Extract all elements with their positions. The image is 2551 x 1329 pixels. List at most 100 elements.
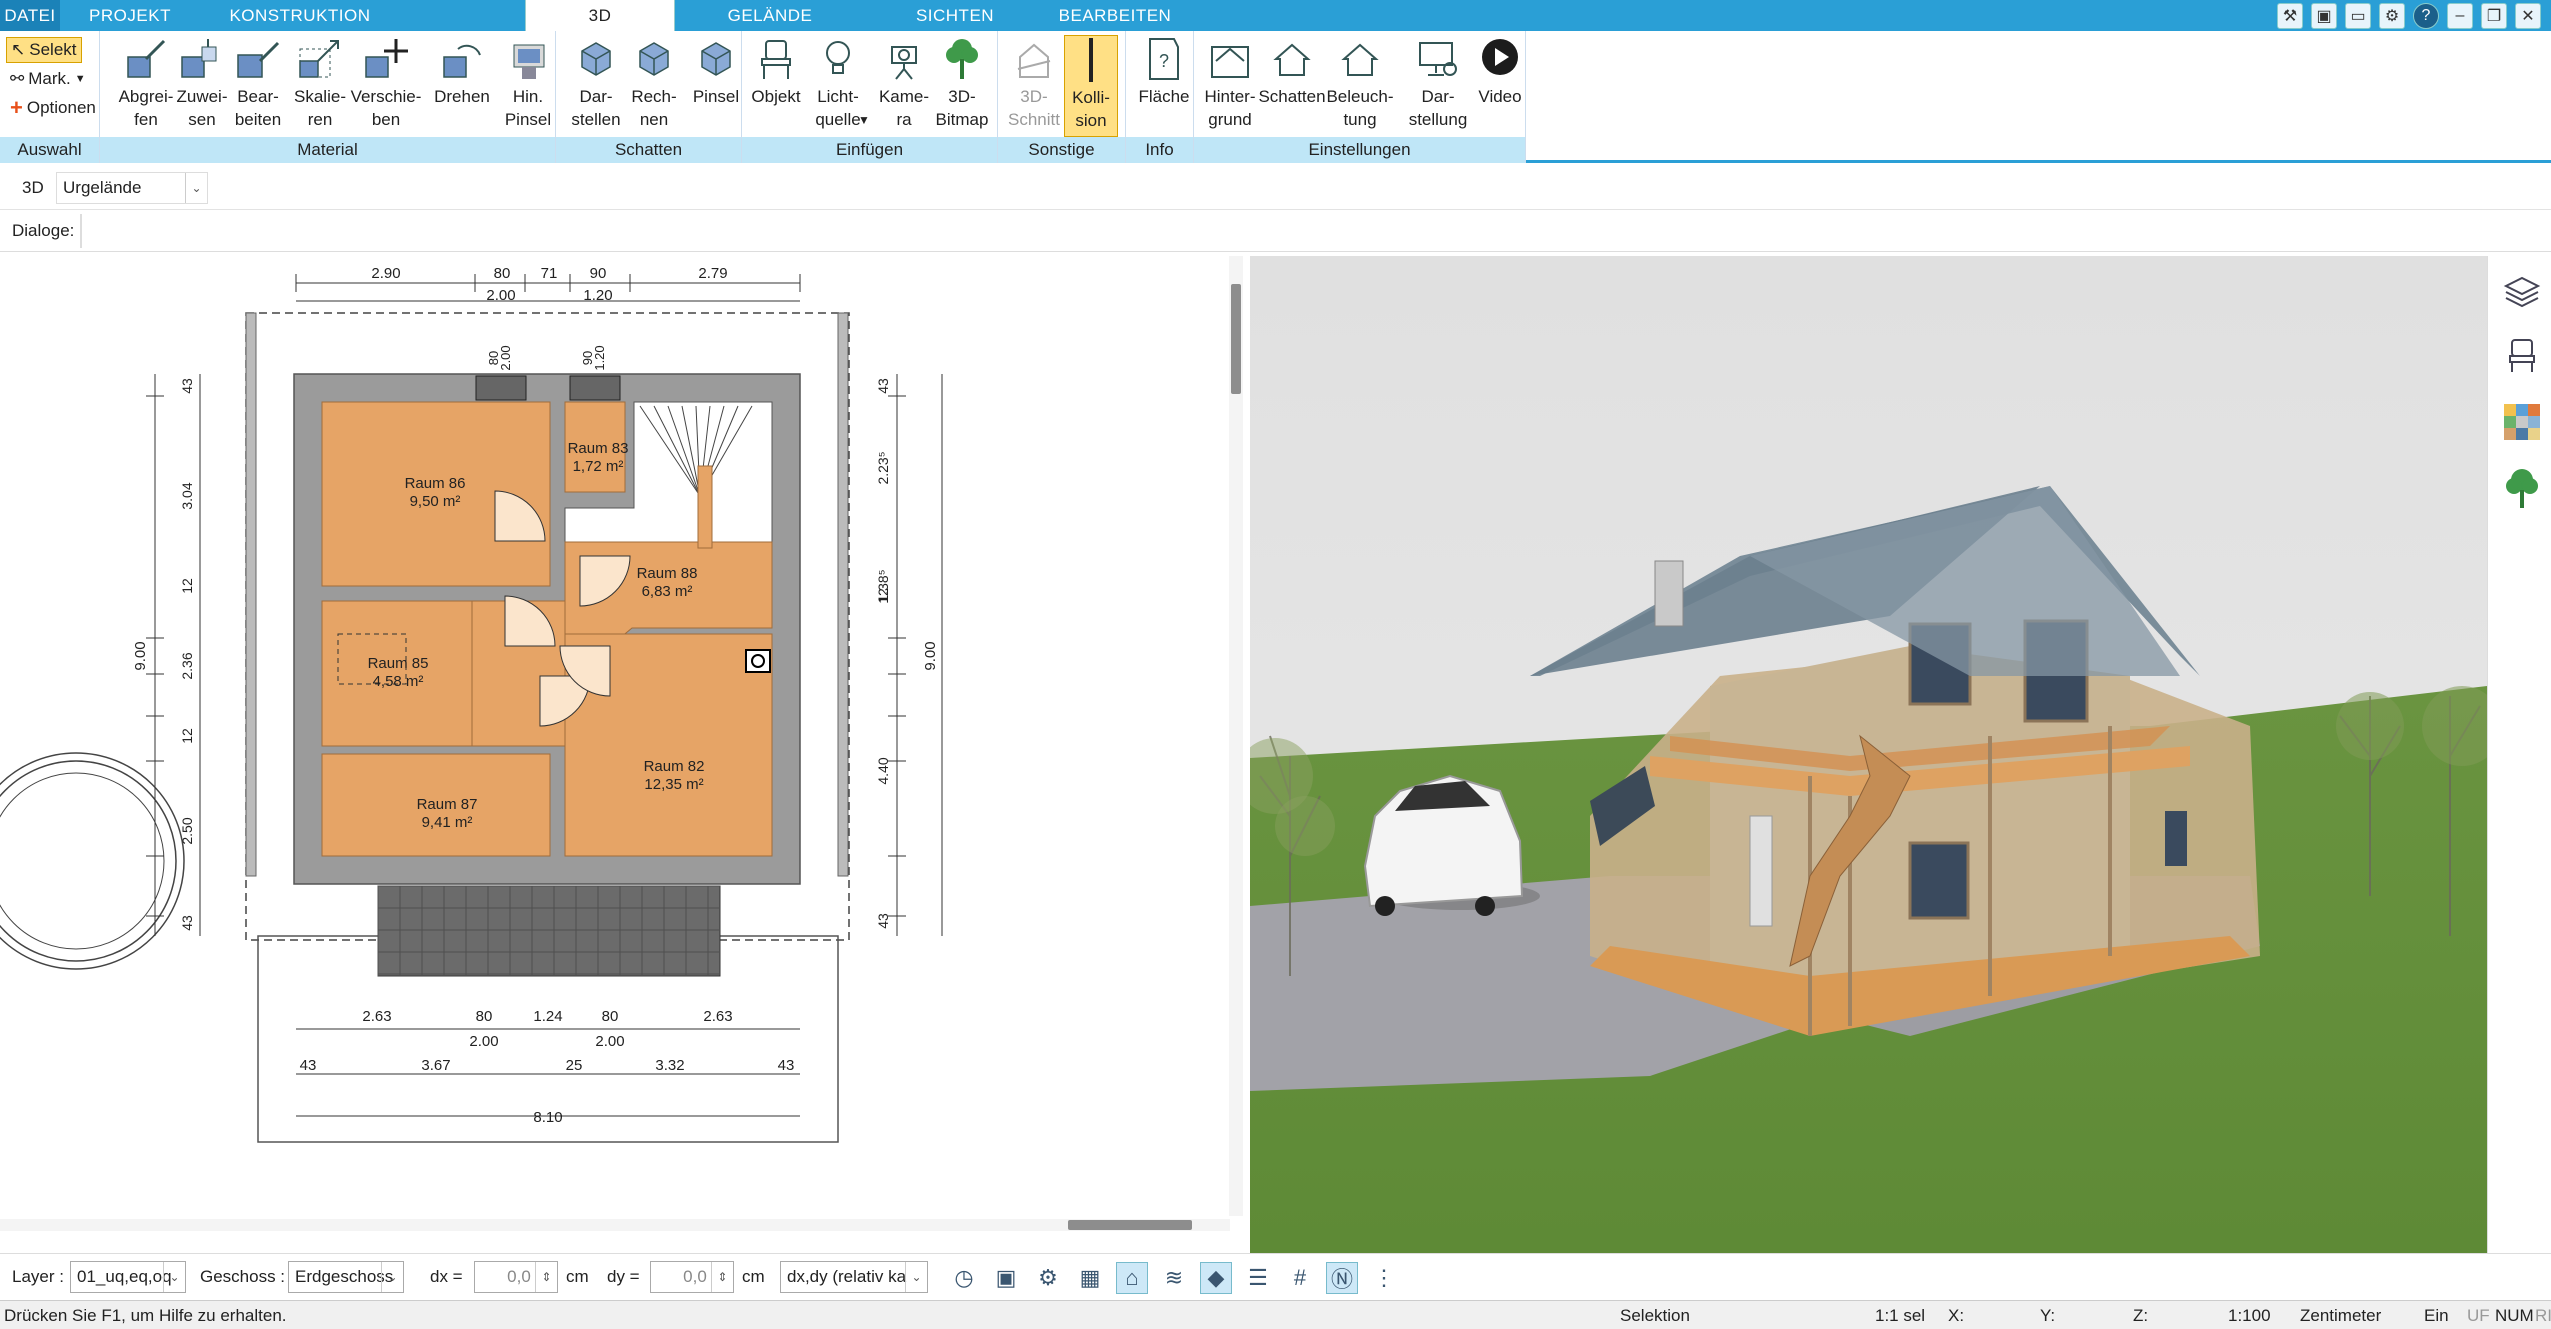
chevron-down-icon[interactable]: ▼ bbox=[858, 113, 870, 127]
bitmap-button[interactable]: 3D- Bitmap bbox=[932, 35, 992, 137]
bearbeiten-label-1: Bear- bbox=[237, 87, 279, 106]
status-ri: RI bbox=[2535, 1306, 2551, 1325]
dim-bottom1-3: 1.24 bbox=[533, 1008, 562, 1025]
window-label: 1.20 bbox=[592, 345, 607, 370]
roof-icon[interactable]: ⌂ bbox=[1116, 1262, 1148, 1294]
abgreifen-button[interactable]: Abgrei-fen bbox=[116, 35, 176, 137]
hintergrund-button[interactable]: Hinter-grund bbox=[1200, 35, 1260, 137]
relative-mode-select[interactable]: dx,dy (relativ ka ⌄ bbox=[780, 1261, 928, 1293]
tab-bearbeiten[interactable]: BEARBEITEN bbox=[1040, 0, 1190, 31]
kamera-button[interactable]: Kame-ra bbox=[874, 35, 934, 137]
flaeche-icon: ? bbox=[1149, 38, 1179, 80]
kollision-label-2: sion bbox=[1075, 111, 1107, 130]
dim-bottom3-4: 3.32 bbox=[655, 1057, 684, 1074]
tab-datei[interactable]: DATEI bbox=[0, 0, 60, 31]
rechnen-button[interactable]: Rech-nen bbox=[624, 35, 684, 137]
floor-plan-view[interactable]: 2.90 80 71 90 2.79 2.00 1.20 9.00 43 3.04 12 2.36 12… bbox=[0, 256, 1247, 1253]
dy-input[interactable]: 0,0 ⇕ bbox=[650, 1261, 734, 1293]
schnitt-button[interactable]: 3D- Schnitt bbox=[1004, 35, 1064, 137]
layers-icon[interactable] bbox=[2502, 272, 2542, 312]
geschoss-select[interactable]: Erdgeschoss ⌄ bbox=[288, 1261, 404, 1293]
ribbon-tab-bar: DATEI PROJEKT KONSTRUKTION 3D GELÄNDE SI… bbox=[0, 0, 2551, 31]
dim-left-7: 43 bbox=[179, 915, 195, 931]
furniture-icon[interactable] bbox=[2502, 336, 2542, 376]
minimize-icon[interactable]: – bbox=[2447, 2, 2473, 29]
schatten-button[interactable]: Schatten bbox=[1258, 35, 1326, 137]
skalieren-button[interactable]: Skalie-ren bbox=[290, 35, 350, 137]
layer-select[interactable]: 01_uq,eq,oq ⌄ bbox=[70, 1261, 186, 1293]
settings-icon[interactable]: ⚙ bbox=[2379, 2, 2405, 29]
verschieben-label-2: ben bbox=[371, 110, 401, 129]
dim-bottom1-2: 80 bbox=[476, 1008, 493, 1025]
dim-left-4: 2.36 bbox=[179, 652, 195, 679]
horizontal-scrollbar[interactable] bbox=[0, 1219, 1230, 1231]
darstellung-button[interactable]: Dar-stellung bbox=[1408, 35, 1468, 137]
dx-input[interactable]: 0,0 ⇕ bbox=[474, 1261, 558, 1293]
wall-icon[interactable]: ≋ bbox=[1158, 1262, 1190, 1294]
skalieren-label-1: Skalie- bbox=[294, 87, 346, 106]
drehen-button[interactable]: Drehen bbox=[432, 35, 492, 137]
3d-view[interactable] bbox=[1250, 256, 2487, 1253]
status-bar: Drücken Sie F1, um Hilfe zu erhalten. Se… bbox=[0, 1300, 2551, 1329]
scrollbar-thumb[interactable] bbox=[1068, 1220, 1192, 1230]
flaeche-button[interactable]: ? Fläche bbox=[1134, 35, 1194, 137]
darstellen-button[interactable]: Dar-stellen bbox=[566, 35, 626, 137]
mark-button[interactable]: ⚯ Mark. ▼ bbox=[6, 66, 90, 92]
stack-icon[interactable]: ☰ bbox=[1242, 1262, 1274, 1294]
tree-icon[interactable] bbox=[2502, 466, 2542, 510]
dim-top-2: 80 bbox=[494, 265, 511, 282]
tab-3d[interactable]: 3D bbox=[525, 0, 675, 31]
dialog-bar: Dialoge: bbox=[0, 210, 2551, 252]
stepper-icon[interactable]: ⇕ bbox=[535, 1262, 557, 1292]
restore-icon[interactable]: ❐ bbox=[2481, 2, 2507, 29]
terrain-select[interactable]: Urgelände ⌄ bbox=[56, 172, 208, 204]
window bbox=[475, 375, 527, 401]
video-button[interactable]: Video bbox=[1470, 35, 1530, 137]
grid-icon[interactable]: # bbox=[1284, 1262, 1316, 1294]
help-icon[interactable]: ? bbox=[2413, 2, 2439, 29]
tab-konstruktion[interactable]: KONSTRUKTION bbox=[200, 0, 400, 31]
window-icon[interactable]: ▭ bbox=[2345, 2, 2371, 29]
layout-icon[interactable]: ▣ bbox=[2311, 2, 2337, 29]
group-label-info: Info bbox=[1126, 137, 1193, 163]
kollision-button[interactable]: Kolli-sion bbox=[1064, 35, 1118, 137]
dim-right-5: 4.40 bbox=[875, 757, 891, 784]
beleuchtung-button[interactable]: Beleuch-tung bbox=[1326, 35, 1394, 137]
status-ein: Ein bbox=[2424, 1306, 2449, 1325]
vertical-scrollbar[interactable] bbox=[1229, 256, 1243, 1216]
tab-sichten[interactable]: SICHTEN bbox=[880, 0, 1030, 31]
darstellung-label-2: stellung bbox=[1408, 110, 1468, 129]
tab-projekt[interactable]: PROJEKT bbox=[60, 0, 200, 31]
optionen-button[interactable]: + Optionen bbox=[6, 95, 100, 121]
objekt-button[interactable]: Objekt bbox=[746, 35, 806, 137]
bearbeiten-button[interactable]: Bear-beiten bbox=[228, 35, 288, 137]
scrollbar-thumb[interactable] bbox=[1231, 284, 1241, 394]
zuweisen-button[interactable]: Zuwei-sen bbox=[172, 35, 232, 137]
plus-icon: + bbox=[10, 95, 23, 120]
material-icon[interactable] bbox=[2502, 402, 2542, 442]
dim-bottom3-1: 43 bbox=[300, 1057, 317, 1074]
hin_pinsel-button[interactable]: Hin. Pinsel bbox=[498, 35, 558, 137]
tab-gelaende[interactable]: GELÄNDE bbox=[690, 0, 850, 31]
more-icon[interactable]: ⋮ bbox=[1368, 1262, 1400, 1294]
clock-icon[interactable]: ◷ bbox=[948, 1262, 980, 1294]
layers-icon[interactable]: ▦ bbox=[1074, 1262, 1106, 1294]
objekt-icon bbox=[761, 40, 791, 79]
dx-label: dx = bbox=[430, 1267, 463, 1286]
terrace-tiles bbox=[377, 885, 721, 977]
dy-label: dy = bbox=[607, 1267, 640, 1286]
layer-label: Layer : bbox=[12, 1267, 64, 1286]
fork-icon[interactable]: ⚙ bbox=[1032, 1262, 1064, 1294]
pinsel-button[interactable]: Pinsel bbox=[686, 35, 746, 137]
north-icon[interactable]: Ⓝ bbox=[1326, 1262, 1358, 1294]
dim-bottom2-2: 2.00 bbox=[595, 1033, 624, 1050]
status-sel: 1:1 sel bbox=[1875, 1306, 1926, 1325]
objekt-label-1: Objekt bbox=[751, 87, 801, 106]
verschieben-button[interactable]: Verschie-ben bbox=[351, 35, 421, 137]
selekt-button[interactable]: ↖ Selekt bbox=[6, 37, 82, 63]
close-icon[interactable]: ✕ bbox=[2515, 2, 2541, 29]
plane-icon[interactable]: ◆ bbox=[1200, 1262, 1232, 1294]
tools-icon[interactable]: ⚒ bbox=[2277, 2, 2303, 29]
stepper-icon[interactable]: ⇕ bbox=[711, 1262, 733, 1292]
screen-icon[interactable]: ▣ bbox=[990, 1262, 1022, 1294]
